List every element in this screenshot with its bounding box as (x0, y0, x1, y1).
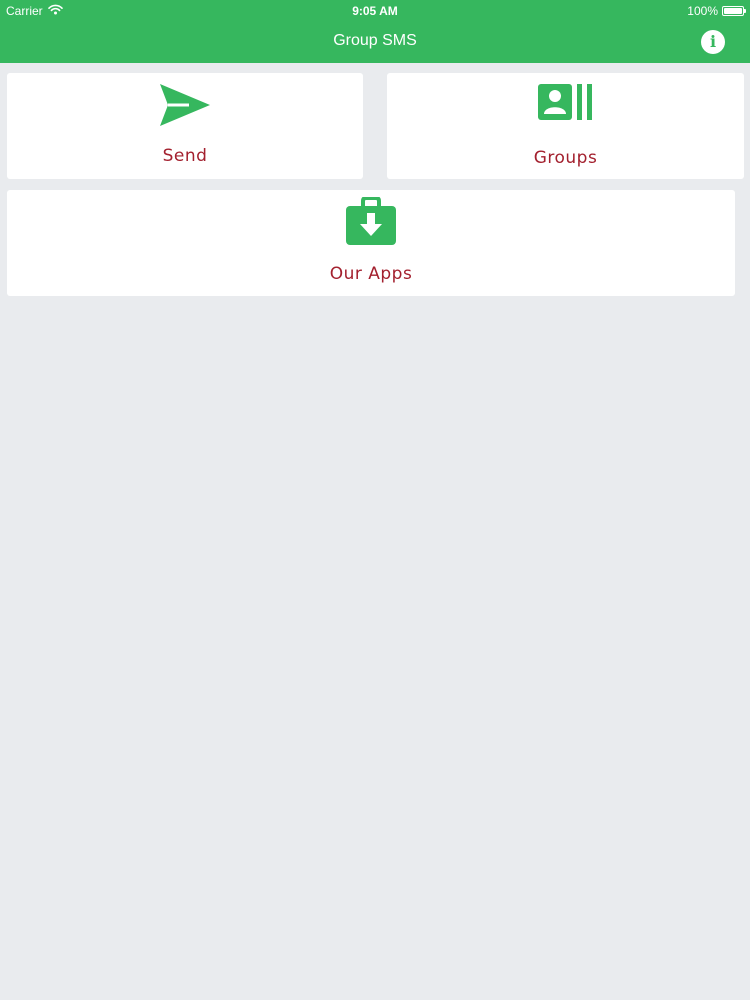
info-button[interactable]: i (701, 30, 725, 54)
download-briefcase-icon (346, 196, 396, 250)
app-screen: Carrier 9:05 AM 100% Group SMS i Send Gr… (0, 0, 750, 1000)
battery-percent: 100% (687, 4, 718, 18)
send-tile[interactable]: Send (7, 73, 363, 179)
groups-label: Groups (533, 148, 598, 168)
our-apps-tile[interactable]: Our Apps (7, 190, 735, 296)
send-label: Send (162, 146, 208, 166)
status-right: 100% (687, 4, 746, 18)
battery-icon (722, 6, 746, 16)
groups-tile[interactable]: Groups (387, 73, 744, 179)
info-icon: i (709, 32, 717, 51)
status-time: 9:05 AM (352, 4, 398, 18)
status-bar: Carrier 9:05 AM 100% (0, 0, 750, 21)
header: Carrier 9:05 AM 100% Group SMS i (0, 0, 750, 63)
our-apps-label: Our Apps (329, 264, 413, 284)
navigation-bar: Group SMS i (0, 21, 750, 63)
send-icon (159, 83, 211, 132)
page-title: Group SMS (333, 32, 417, 49)
contacts-icon (537, 84, 594, 125)
